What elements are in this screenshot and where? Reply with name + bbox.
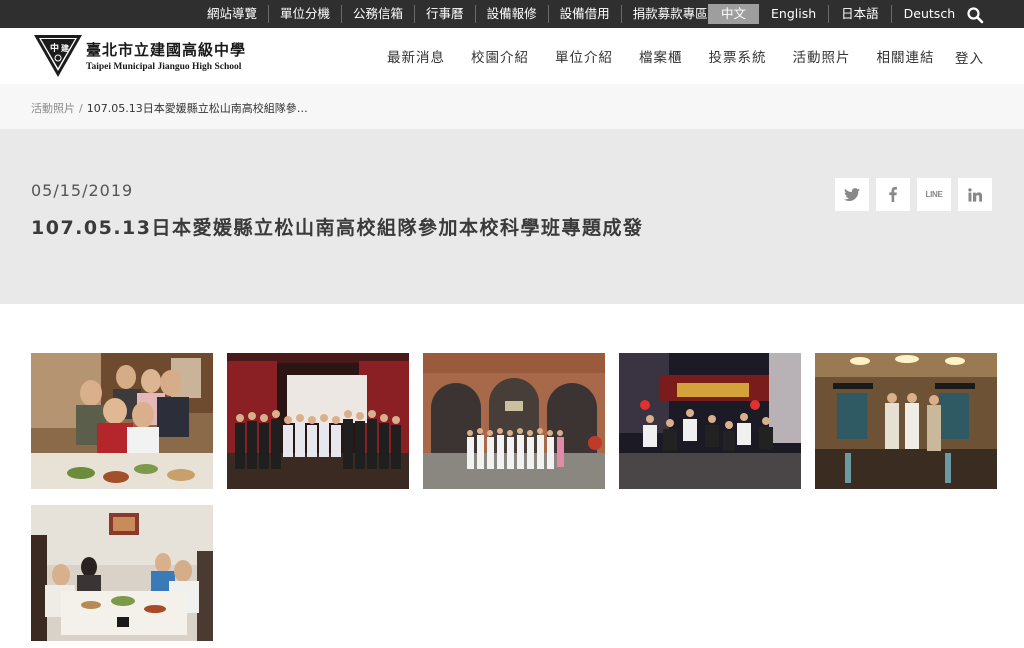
photo-station-building-image — [423, 353, 605, 489]
article-title: 107.05.13日本愛媛縣立松山南高校組隊參加本校科學班專題成發 — [31, 217, 644, 239]
link-donation[interactable]: 捐款募款專區 — [622, 5, 719, 23]
link-equipment-loan[interactable]: 設備借用 — [549, 5, 622, 23]
link-calendar[interactable]: 行事曆 — [415, 5, 476, 23]
main-nav: 最新消息 校園介紹 單位介紹 檔案櫃 投票系統 活動照片 相關連結 — [374, 28, 948, 84]
nav-news[interactable]: 最新消息 — [387, 46, 445, 66]
linkedin-icon — [968, 187, 982, 202]
photo-night-street-jump-image — [619, 353, 801, 489]
link-extensions[interactable]: 單位分機 — [269, 5, 343, 23]
share-line-button[interactable]: LINE — [917, 178, 951, 211]
breadcrumb-parent[interactable]: 活動照片 — [31, 102, 75, 115]
utility-links: 網站導覽 單位分機 公務信箱 行事曆 設備報修 設備借用 捐款募款專區 — [196, 0, 719, 28]
site-header: 中 建 臺北市立建國高級中學 Taipei Municipal Jianguo … — [0, 28, 1024, 84]
breadcrumb-separator: / — [79, 102, 83, 115]
nav-campus[interactable]: 校園介紹 — [471, 46, 529, 66]
photo-thumbnail[interactable] — [619, 353, 801, 489]
twitter-icon — [844, 187, 860, 201]
link-sitemap[interactable]: 網站導覽 — [196, 5, 270, 23]
photo-dinner-group-image — [31, 353, 213, 489]
article-header: 05/15/2019 107.05.13日本愛媛縣立松山南高校組隊參加本校科學班… — [0, 129, 1024, 304]
breadcrumb-current: 107.05.13日本愛媛縣立松山南高校組隊參… — [86, 102, 308, 115]
login-link[interactable]: 登入 — [955, 47, 984, 67]
breadcrumb: 活動照片 /107.05.13日本愛媛縣立松山南高校組隊參… — [31, 100, 308, 116]
photo-thumbnail[interactable] — [815, 353, 997, 489]
lang-english[interactable]: English — [759, 5, 830, 23]
link-repair[interactable]: 設備報修 — [476, 5, 549, 23]
article-date: 05/15/2019 — [31, 181, 134, 200]
share-twitter-button[interactable] — [835, 178, 869, 211]
logo-glyph-right: 建 — [60, 43, 70, 53]
school-name-en[interactable]: Taipei Municipal Jianguo High School — [86, 62, 241, 72]
share-facebook-button[interactable] — [876, 178, 910, 211]
nav-voting[interactable]: 投票系統 — [709, 46, 767, 66]
photo-stage-group-image — [227, 353, 409, 489]
lang-japanese[interactable]: 日本語 — [829, 5, 892, 23]
photo-thumbnail[interactable] — [31, 353, 213, 489]
lang-german[interactable]: Deutsch — [892, 5, 967, 23]
top-utility-bar: 網站導覽 單位分機 公務信箱 行事曆 設備報修 設備借用 捐款募款專區 中文 E… — [0, 0, 1024, 28]
photo-thumbnail[interactable] — [227, 353, 409, 489]
nav-photos[interactable]: 活動照片 — [793, 46, 851, 66]
nav-units[interactable]: 單位介紹 — [555, 46, 613, 66]
photo-thumbnail[interactable] — [423, 353, 605, 489]
school-logo-icon[interactable]: 中 建 — [33, 34, 83, 78]
search-icon[interactable] — [966, 6, 984, 24]
photo-dinner-table-image — [31, 505, 213, 641]
link-mailbox[interactable]: 公務信箱 — [342, 5, 416, 23]
facebook-icon — [889, 187, 897, 202]
line-icon: LINE — [925, 190, 943, 199]
share-linkedin-button[interactable] — [958, 178, 992, 211]
nav-files[interactable]: 檔案櫃 — [639, 46, 683, 66]
language-switcher: 中文 English 日本語 Deutsch — [708, 0, 967, 28]
lang-chinese[interactable]: 中文 — [708, 4, 760, 24]
logo-glyph-top: 中 — [50, 42, 59, 54]
photo-cafe-lobby-image — [815, 353, 997, 489]
breadcrumb-bar: 活動照片 /107.05.13日本愛媛縣立松山南高校組隊參… — [0, 84, 1024, 129]
school-name[interactable]: 臺北市立建國高級中學 — [86, 39, 246, 60]
nav-links[interactable]: 相關連結 — [877, 46, 935, 66]
photo-thumbnail[interactable] — [31, 505, 213, 641]
